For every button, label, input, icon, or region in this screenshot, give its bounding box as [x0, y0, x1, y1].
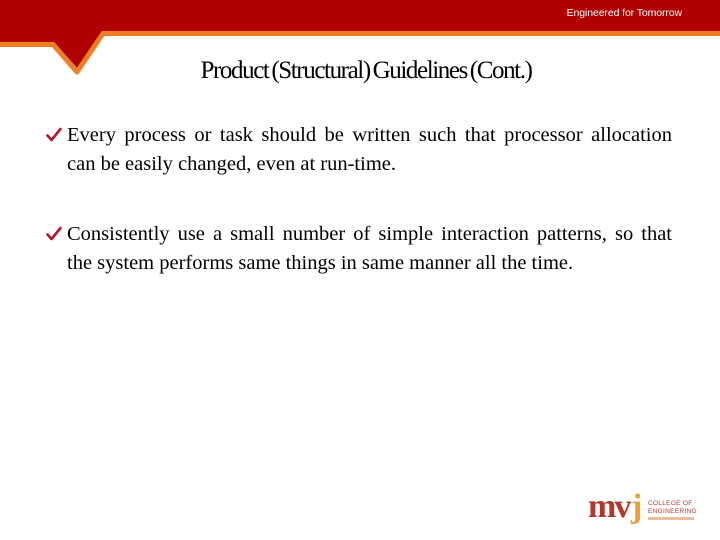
- bullet-text: Consistently use a small number of simpl…: [67, 223, 672, 274]
- checkmark-icon: [46, 127, 62, 142]
- bullet-item: Consistently use a small number of simpl…: [46, 220, 672, 278]
- header-tagline: Engineered for Tomorrow: [566, 7, 683, 19]
- college-logo: mv j COLLEGE OF ENGINEERING: [586, 490, 706, 530]
- logo-text: COLLEGE OF ENGINEERING: [648, 500, 697, 516]
- bullet-item: Every process or task should be written …: [46, 121, 672, 179]
- bullet-text: Every process or task should be written …: [67, 124, 672, 175]
- logo-line-2: ENGINEERING: [648, 508, 697, 515]
- logo-line-1: COLLEGE OF: [648, 500, 693, 507]
- logo-mark-j: j: [631, 488, 643, 525]
- checkmark-icon: [46, 226, 62, 241]
- logo-mark-mv: mv: [588, 488, 631, 525]
- logo-subtitle-line: [648, 517, 694, 520]
- slide-title: Product (Structural) Guidelines (Cont.): [200, 57, 533, 84]
